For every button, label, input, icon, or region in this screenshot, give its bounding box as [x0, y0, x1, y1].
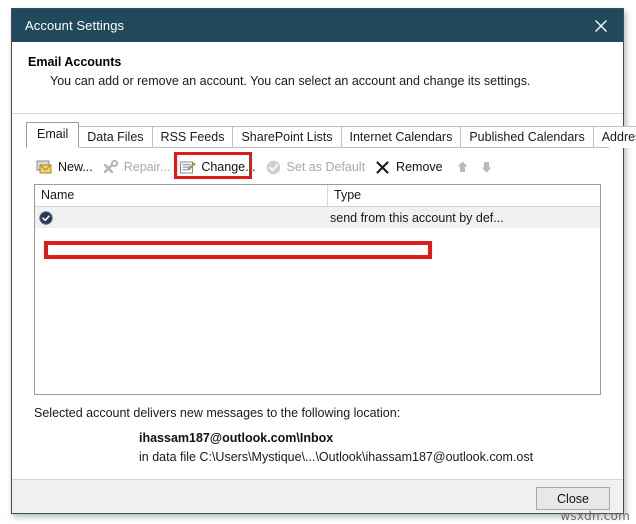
delivery-data-file: in data file C:\Users\Mystique\...\Outlo…	[139, 450, 534, 464]
tab-rss-feeds[interactable]: RSS Feeds	[151, 126, 234, 148]
header-divider	[12, 113, 623, 114]
tab-strip: Email Data Files RSS Feeds SharePoint Li…	[26, 122, 636, 148]
accounts-toolbar: New... Repair... Change... Set as Defaul…	[34, 154, 498, 180]
default-account-check-icon	[35, 210, 57, 225]
title-bar: Account Settings	[12, 9, 623, 42]
arrow-down-icon	[481, 162, 492, 173]
header-block: Email Accounts You can add or remove an …	[12, 42, 623, 88]
move-down-button	[476, 156, 498, 178]
table-row[interactable]: send from this account by def...	[35, 207, 600, 228]
repair-tools-icon	[102, 159, 119, 176]
cross-x-icon	[374, 159, 391, 176]
page-watermark: wsxdn.com	[560, 509, 630, 523]
set-as-default-button: Set as Default	[263, 155, 373, 179]
tab-email[interactable]: Email	[26, 122, 80, 148]
delivery-location-value: ihassam187@outlook.com\Inbox	[139, 431, 334, 445]
change-settings-icon	[179, 159, 196, 176]
new-button[interactable]: New...	[34, 155, 100, 179]
remove-button[interactable]: Remove	[372, 155, 450, 179]
page-title: Email Accounts	[28, 55, 122, 69]
change-button-label: Change...	[201, 160, 256, 174]
check-circle-icon	[265, 159, 282, 176]
window-title: Account Settings	[25, 18, 125, 33]
tab-published-calendars[interactable]: Published Calendars	[460, 126, 594, 148]
repair-button: Repair...	[100, 155, 178, 179]
accounts-list[interactable]: Name Type send from this account by def.…	[34, 184, 601, 395]
arrow-up-icon	[457, 161, 468, 172]
tab-data-files[interactable]: Data Files	[78, 126, 153, 148]
account-type-cell: send from this account by def...	[330, 210, 504, 225]
new-mail-icon	[36, 159, 53, 176]
tab-sharepoint-lists[interactable]: SharePoint Lists	[232, 126, 342, 148]
accounts-list-header: Name Type	[35, 185, 600, 207]
new-button-label: New...	[58, 160, 93, 174]
remove-button-label: Remove	[396, 160, 443, 174]
tab-address-books[interactable]: Address Books	[592, 126, 636, 148]
page-subtitle: You can add or remove an account. You ca…	[50, 74, 531, 88]
tab-strip-underline	[26, 147, 609, 148]
close-button[interactable]: Close	[536, 487, 610, 510]
move-up-button	[452, 156, 474, 178]
tab-internet-calendars[interactable]: Internet Calendars	[340, 126, 462, 148]
column-header-type[interactable]: Type	[328, 185, 600, 206]
dialog-footer: Close	[12, 480, 623, 513]
change-button[interactable]: Change...	[177, 155, 262, 179]
column-header-name[interactable]: Name	[35, 185, 328, 206]
repair-button-label: Repair...	[123, 160, 171, 174]
screen-root: Account Settings Email Accounts You can …	[0, 0, 636, 524]
delivery-location-label: Selected account delivers new messages t…	[34, 406, 401, 420]
close-x-icon[interactable]	[579, 9, 623, 42]
set-as-default-button-label: Set as Default	[286, 160, 366, 174]
account-settings-dialog: Account Settings Email Accounts You can …	[11, 8, 636, 514]
dialog-content: Email Accounts You can add or remove an …	[12, 42, 636, 480]
